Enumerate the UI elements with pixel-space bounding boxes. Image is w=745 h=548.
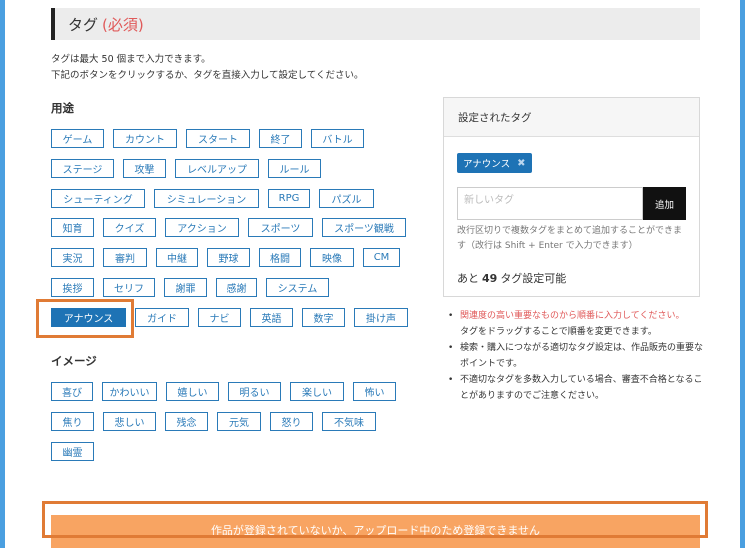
highlight-selected-tag xyxy=(36,299,134,338)
image-row-1: 喜び かわいい 嬉しい 明るい 楽しい 怖い xyxy=(51,382,405,401)
group-label-image: イメージ xyxy=(51,354,97,368)
tag-button[interactable]: かわいい xyxy=(102,382,157,401)
image-row-3: 幽霊 xyxy=(51,442,103,461)
highlight-submit-button xyxy=(42,501,708,538)
section-header: タグ (必須) xyxy=(51,8,700,40)
tag-button[interactable]: スタート xyxy=(186,129,250,148)
tag-button[interactable]: 謝罪 xyxy=(164,278,207,297)
new-tag-input[interactable] xyxy=(457,187,643,220)
remaining-count: あと 49 タグ設定可能 xyxy=(457,270,566,286)
tag-button[interactable]: カウント xyxy=(113,129,177,148)
intro-line: 下記のボタンをクリックするか、タグを直接入力して設定してください。 xyxy=(51,70,364,81)
tag-button[interactable]: 明るい xyxy=(228,382,281,401)
tag-settings-page: タグ (必須) タグは最大 50 個まで入力できます。 下記のボタンをクリックす… xyxy=(5,0,740,548)
note-item: 検索・購入につながる適切なタグ設定は、作品販売の重要なポイントです。 xyxy=(446,340,706,372)
tag-button[interactable]: 残念 xyxy=(165,412,208,431)
tag-button[interactable]: 野球 xyxy=(207,248,250,267)
tag-button[interactable]: 中継 xyxy=(156,248,198,267)
tag-button[interactable]: 悲しい xyxy=(103,412,156,431)
selected-tag-chip[interactable]: アナウンス ✖ xyxy=(457,153,532,173)
tag-button[interactable]: 知育 xyxy=(51,218,94,237)
note-text-drag: タグをドラッグすることで順番を変更できます。 xyxy=(460,327,657,337)
required-badge: (必須) xyxy=(102,15,144,34)
selected-tags-panel: 設定されたタグ アナウンス ✖ 追加 改行区切りで複数タグをまとめて追加すること… xyxy=(443,97,700,297)
tag-button[interactable]: スポーツ xyxy=(248,218,313,237)
tag-button[interactable]: 審判 xyxy=(103,248,147,267)
tag-button[interactable]: レベルアップ xyxy=(175,159,259,178)
tag-button[interactable]: ステージ xyxy=(51,159,114,178)
tag-button[interactable]: クイズ xyxy=(103,218,156,237)
tag-button[interactable]: 元気 xyxy=(217,412,261,431)
remain-number: 49 xyxy=(482,272,498,285)
image-row-2: 焦り 悲しい 残念 元気 怒り 不気味 xyxy=(51,412,385,431)
tag-button[interactable]: 英語 xyxy=(250,308,293,327)
panel-hint: 改行区切りで複数タグをまとめて追加することができます（改行は Shift + E… xyxy=(457,226,683,251)
tag-button[interactable]: ナビ xyxy=(198,308,241,327)
note-text: 不適切なタグを多数入力している場合、審査不合格となることがありますのでご注意くだ… xyxy=(460,375,703,401)
usage-row-1: ゲーム カウント スタート 終了 バトル xyxy=(51,129,373,148)
add-tag-button[interactable]: 追加 xyxy=(643,187,686,220)
tag-button[interactable]: 怖い xyxy=(353,382,396,401)
panel-title: 設定されたタグ xyxy=(444,98,699,137)
tag-button[interactable]: 格闘 xyxy=(259,248,301,267)
tag-button[interactable]: 喜び xyxy=(51,382,93,401)
tag-button[interactable]: 楽しい xyxy=(290,382,344,401)
intro-text: タグは最大 50 個まで入力できます。 下記のボタンをクリックするか、タグを直接… xyxy=(51,52,363,84)
tag-button[interactable]: スポーツ観戦 xyxy=(322,218,406,237)
tag-button[interactable]: 嬉しい xyxy=(166,382,219,401)
note-text: 検索・購入につながる適切なタグ設定は、作品販売の重要なポイントです。 xyxy=(460,343,704,369)
group-label-usage: 用途 xyxy=(51,101,74,115)
tag-button[interactable]: 焦り xyxy=(51,412,94,431)
notes-list: 関連度の高い重要なものから順番に入力してください。 タグをドラッグすることで順番… xyxy=(446,308,706,404)
remain-suffix: タグ設定可能 xyxy=(500,272,567,285)
note-text-priority: 関連度の高い重要なものから順番に入力してください。 xyxy=(460,311,685,321)
tag-button[interactable]: 掛け声 xyxy=(354,308,408,327)
tag-button[interactable]: 数字 xyxy=(302,308,345,327)
tag-button[interactable]: ゲーム xyxy=(51,129,104,148)
tag-button[interactable]: 映像 xyxy=(310,248,354,267)
tag-button[interactable]: シューティング xyxy=(51,189,145,208)
intro-line: タグは最大 50 個まで入力できます。 xyxy=(51,54,211,65)
tag-button[interactable]: パズル xyxy=(319,189,374,208)
tag-button[interactable]: 幽霊 xyxy=(51,442,94,461)
tag-button[interactable]: RPG xyxy=(268,189,310,208)
usage-row-4: 知育 クイズ アクション スポーツ スポーツ観戦 xyxy=(51,218,415,237)
remove-tag-icon[interactable]: ✖ xyxy=(517,158,525,169)
tag-button[interactable]: バトル xyxy=(311,129,364,148)
tag-button[interactable]: システム xyxy=(266,278,329,297)
usage-row-2: ステージ 攻撃 レベルアップ ルール xyxy=(51,159,330,178)
chip-label: アナウンス xyxy=(463,159,511,170)
tag-button[interactable]: 実況 xyxy=(51,248,94,267)
tag-button[interactable]: セリフ xyxy=(103,278,155,297)
tag-button[interactable]: アクション xyxy=(165,218,239,237)
tag-button[interactable]: 感謝 xyxy=(216,278,257,297)
note-item: 不適切なタグを多数入力している場合、審査不合格となることがありますのでご注意くだ… xyxy=(446,372,706,404)
tag-button[interactable]: 挨拶 xyxy=(51,278,94,297)
tag-button[interactable]: 怒り xyxy=(270,412,313,431)
tag-button[interactable]: ルール xyxy=(268,159,321,178)
tag-button[interactable]: 攻撃 xyxy=(123,159,166,178)
remain-prefix: あと xyxy=(457,272,479,285)
usage-row-6: 挨拶 セリフ 謝罪 感謝 システム xyxy=(51,278,338,297)
tag-button[interactable]: 不気味 xyxy=(322,412,376,431)
note-item: 関連度の高い重要なものから順番に入力してください。 タグをドラッグすることで順番… xyxy=(446,308,706,340)
tag-button[interactable]: CM xyxy=(363,248,400,267)
usage-row-5: 実況 審判 中継 野球 格闘 映像 CM xyxy=(51,248,409,267)
usage-row-3: シューティング シミュレーション RPG パズル xyxy=(51,189,383,208)
section-title: タグ xyxy=(68,15,99,34)
tag-button[interactable]: 終了 xyxy=(259,129,302,148)
tag-button[interactable]: ガイド xyxy=(135,308,189,327)
tag-button[interactable]: シミュレーション xyxy=(154,189,259,208)
